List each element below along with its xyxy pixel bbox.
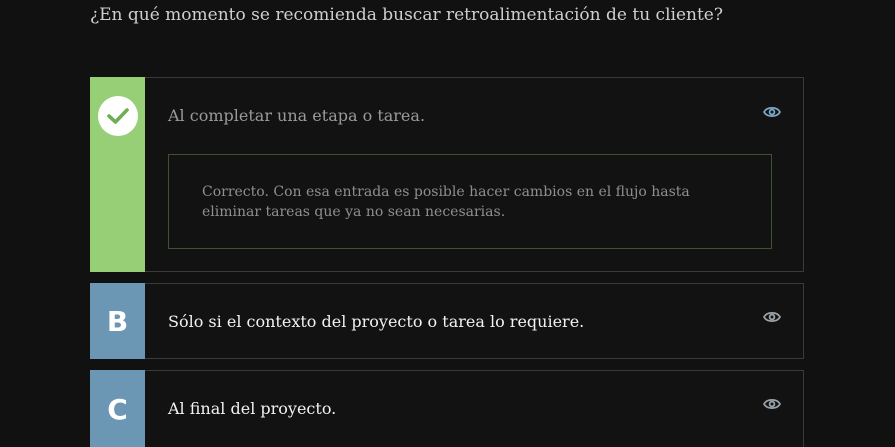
feedback-box: Correcto. Con esa entrada es posible hac… — [168, 154, 772, 249]
feedback-text: Correcto. Con esa entrada es posible hac… — [202, 184, 690, 220]
eye-icon[interactable] — [763, 397, 781, 411]
check-icon — [97, 96, 138, 136]
question-text: ¿En qué momento se recomienda buscar ret… — [90, 5, 723, 25]
answer-option-b[interactable]: B Sólo si el contexto del proyecto o tar… — [90, 283, 804, 359]
eye-icon[interactable] — [763, 105, 781, 119]
option-b-label: Sólo si el contexto del proyecto o tarea… — [168, 312, 585, 331]
answer-option-a[interactable]: Al completar una etapa o tarea. Correcto… — [90, 77, 804, 272]
option-a-label: Al completar una etapa o tarea. — [168, 106, 426, 125]
option-letter: C — [107, 392, 128, 426]
eye-icon[interactable] — [763, 310, 781, 324]
option-c-label: Al final del proyecto. — [168, 399, 337, 418]
correct-badge — [90, 77, 145, 272]
answer-option-c[interactable]: C Al final del proyecto. — [90, 370, 804, 447]
option-badge-c: C — [90, 370, 145, 447]
option-letter: B — [106, 304, 129, 338]
option-badge-b: B — [90, 283, 145, 359]
